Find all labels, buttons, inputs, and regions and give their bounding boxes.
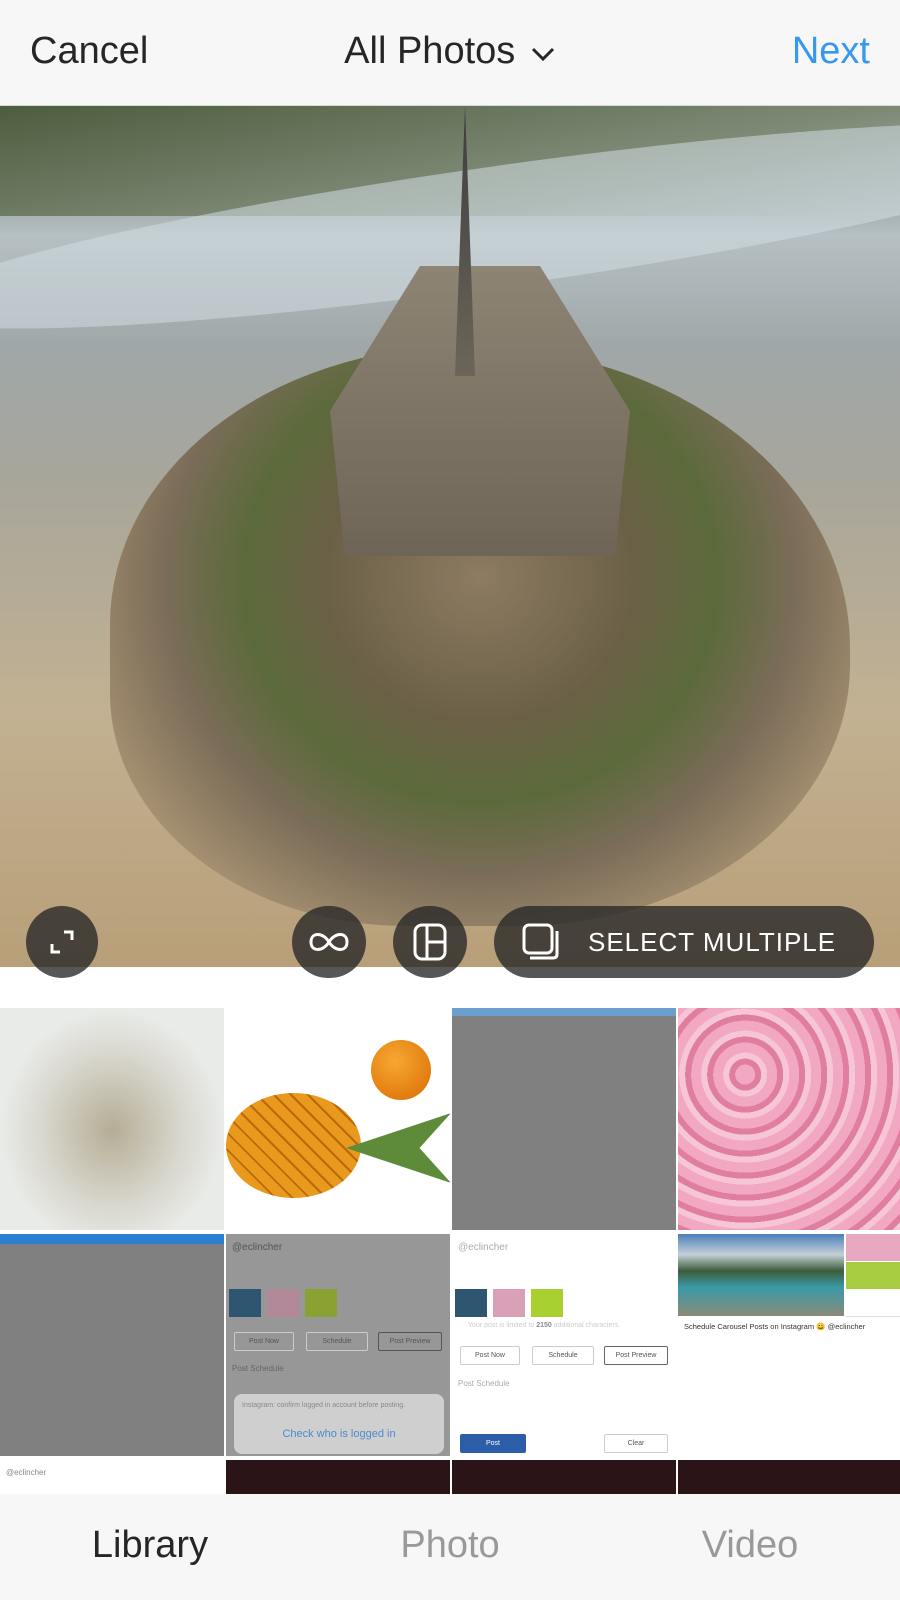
grid-thumbnail-cherry-blossom[interactable] [678,1008,900,1230]
expand-icon [50,930,74,954]
handle-text: @eclincher [458,1242,509,1253]
post-schedule-label: Post Schedule [232,1364,284,1373]
grid-thumbnail-gray-2[interactable] [0,1234,224,1456]
grid-thumbnail-mont-saint-michel[interactable] [0,1008,224,1230]
infinity-icon [309,933,349,951]
layout-icon [413,923,447,961]
carousel-caption: Schedule Carousel Posts on Instagram 😀 @… [684,1322,866,1331]
post-button: Post [460,1434,526,1453]
stacked-squares-icon [522,923,559,960]
grid-thumbnail-dark-2[interactable] [452,1460,676,1494]
pineapple-shape [226,1093,361,1198]
post-now-button: Post Now [234,1332,294,1351]
orange-shape [371,1040,431,1100]
clear-button: Clear [604,1434,668,1453]
grid-thumbnail-screenshot-a[interactable]: @eclincher Post Now Schedule Post Previe… [226,1234,450,1456]
grid-thumbnail-screenshot-b[interactable]: @eclincher Your post is limited to 2150 … [452,1234,676,1456]
handle-text: @eclincher [6,1468,47,1477]
tab-photo[interactable]: Photo [300,1524,600,1567]
post-preview-button: Post Preview [378,1332,442,1351]
grid-thumbnail-dark-1[interactable] [226,1460,450,1494]
post-schedule-label: Post Schedule [458,1379,510,1388]
handle-text: @eclincher [232,1242,283,1253]
album-title: All Photos [344,30,516,72]
post-now-button: Post Now [460,1346,520,1365]
tab-video[interactable]: Video [600,1524,900,1567]
post-preview-button: Post Preview [604,1346,668,1365]
preview-abbey [330,266,630,556]
grid-thumbnail-screenshot-c[interactable]: @eclincher [0,1460,224,1494]
lake-image [678,1234,844,1316]
schedule-button: Schedule [306,1332,368,1351]
boomerang-button[interactable] [292,906,366,978]
layout-button[interactable] [393,906,467,978]
bottom-tab-bar: Library Photo Video [0,1494,900,1600]
grid-thumbnail-gray[interactable] [452,1008,676,1230]
alert-dialog: Instagram: confirm logged in account bef… [234,1394,444,1454]
alert-text: Instagram: confirm logged in account bef… [242,1402,406,1409]
photo-preview[interactable] [0,106,900,967]
grid-thumbnail-pineapple[interactable] [226,1008,450,1230]
select-multiple-button[interactable]: SELECT MULTIPLE [494,906,874,978]
tab-library[interactable]: Library [0,1524,300,1567]
next-button[interactable]: Next [792,30,870,73]
limit-text: Your post is limited to 2150 additional … [468,1322,621,1329]
top-nav-bar: Cancel All Photos Next [0,0,900,106]
chevron-down-icon [531,47,554,62]
grid-thumbnail-dark-3[interactable] [678,1460,900,1494]
schedule-button: Schedule [532,1346,594,1365]
photo-grid: @eclincher Post Now Schedule Post Previe… [0,1008,900,1494]
expand-button[interactable] [26,906,98,978]
grid-thumbnail-carousel[interactable]: Schedule Carousel Posts on Instagram 😀 @… [678,1234,900,1456]
album-selector-button[interactable]: All Photos [344,30,556,72]
alert-action: Check who is logged in [282,1428,396,1440]
album-selector: All Photos [0,30,900,73]
select-multiple-label: SELECT MULTIPLE [588,926,837,957]
pineapple-leaves [346,1113,450,1183]
